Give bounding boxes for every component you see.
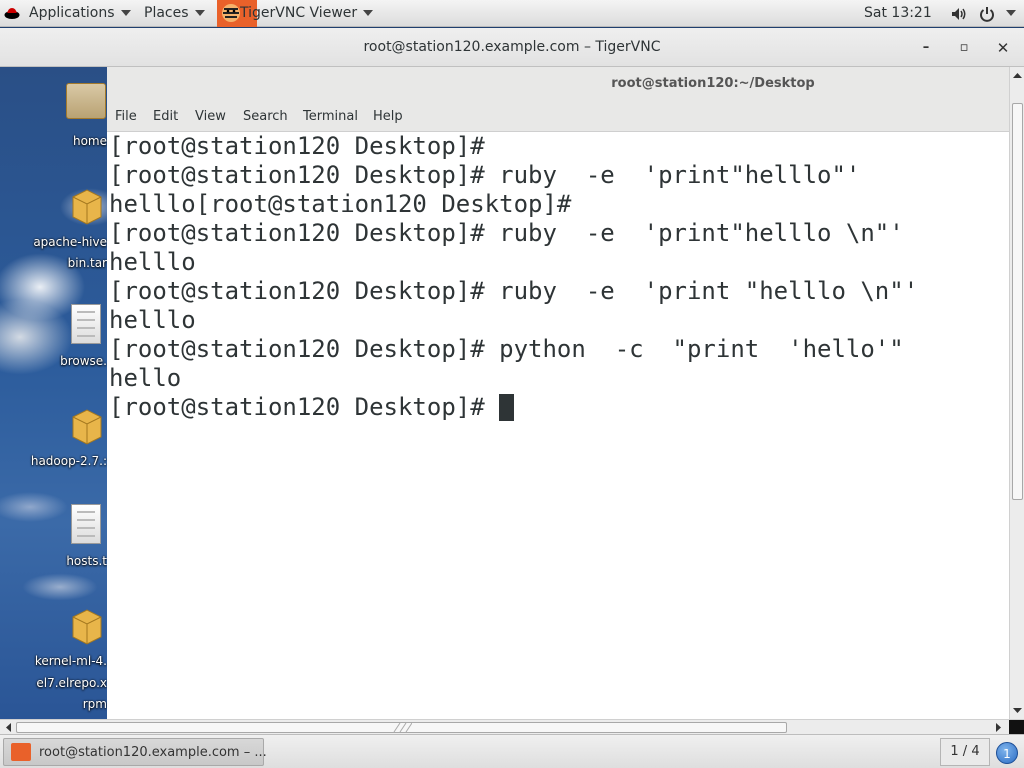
desktop-icon-apache-hive[interactable]: apache-hive bin.tar bbox=[0, 182, 107, 282]
terminal-window[interactable]: root@station120:~/Desktop File Edit View… bbox=[107, 67, 1009, 719]
vnc-window-titlebar[interactable]: root@station120.example.com – TigerVNC –… bbox=[0, 28, 1024, 67]
applications-menu[interactable]: Applications bbox=[29, 0, 131, 27]
text-cursor bbox=[499, 394, 515, 421]
desktop-icon-label: apache-hive bbox=[33, 235, 107, 249]
terminal-output[interactable]: [root@station120 Desktop]# [root@station… bbox=[107, 132, 1009, 719]
chevron-down-icon bbox=[120, 10, 131, 16]
remote-desktop[interactable]: home apache-hive bin.tar browse. hadoop-… bbox=[0, 67, 107, 719]
terminal-line: [root@station120 Desktop]# python -c "pr… bbox=[109, 335, 904, 363]
menu-terminal[interactable]: Terminal bbox=[303, 101, 358, 133]
desktop-icon-label: hosts.t bbox=[66, 554, 107, 568]
desktop-icon-label: kernel-ml-4. bbox=[34, 654, 107, 668]
menu-help[interactable]: Help bbox=[373, 101, 403, 133]
terminal-prompt-line: [root@station120 Desktop]# bbox=[107, 393, 1009, 422]
desktop-icon-label: browse. bbox=[60, 354, 107, 368]
terminal-line: [root@station120 Desktop]# ruby -e 'prin… bbox=[109, 277, 919, 305]
terminal-prompt: [root@station120 Desktop]# bbox=[109, 393, 500, 421]
chevron-down-icon bbox=[194, 10, 205, 16]
clock[interactable]: Sat 13:21 bbox=[864, 0, 932, 27]
menu-search[interactable]: Search bbox=[243, 101, 288, 133]
desktop-icon-browse[interactable]: browse. bbox=[0, 302, 107, 382]
package-icon bbox=[70, 607, 104, 649]
desktop-icon-home[interactable]: home bbox=[0, 77, 107, 148]
applications-menu-label: Applications bbox=[29, 5, 115, 21]
bottom-taskbar: root@station120.example.com – ... 1 / 4 … bbox=[0, 734, 1024, 768]
desktop-icon-hosts[interactable]: hosts.t bbox=[0, 502, 107, 582]
vertical-scrollbar[interactable] bbox=[1009, 67, 1024, 719]
menu-file[interactable]: File bbox=[115, 101, 137, 133]
minimize-button[interactable]: – bbox=[916, 38, 936, 58]
desktop-icon-hadoop[interactable]: hadoop-2.7.: bbox=[0, 402, 107, 482]
chevron-down-icon bbox=[1006, 10, 1016, 16]
scrollbar-corner bbox=[1009, 720, 1024, 735]
maximize-button[interactable]: ▫ bbox=[954, 38, 974, 58]
document-icon bbox=[71, 504, 101, 544]
desktop-icon-label: home bbox=[72, 134, 107, 148]
close-button[interactable]: ✕ bbox=[993, 38, 1013, 58]
status-menu-chevron[interactable] bbox=[1000, 0, 1016, 27]
vertical-scrollbar-thumb[interactable] bbox=[1012, 103, 1023, 500]
redhat-logo-icon bbox=[4, 8, 20, 19]
desktop-icon-label: hadoop-2.7.: bbox=[30, 454, 107, 468]
grip-icon bbox=[393, 723, 412, 732]
document-icon bbox=[71, 304, 101, 344]
places-menu-label: Places bbox=[144, 5, 189, 21]
taskbar-window-button[interactable]: root@station120.example.com – ... bbox=[3, 738, 267, 766]
power-icon[interactable] bbox=[978, 5, 996, 23]
terminal-menubar: File Edit View Search Terminal Help bbox=[107, 101, 1009, 132]
terminal-line: hello bbox=[109, 364, 182, 392]
terminal-line: helllo[root@station120 Desktop]# bbox=[109, 190, 572, 218]
desktop-icon-kernel-ml[interactable]: kernel-ml-4. el7.elrepo.x rpm bbox=[0, 602, 107, 717]
workspace-indicator-badge[interactable]: 1 bbox=[996, 742, 1018, 764]
desktop-icon-label-line2: el7.elrepo.x bbox=[36, 676, 107, 690]
terminal-line: helllo bbox=[109, 248, 196, 276]
terminal-line: [root@station120 Desktop]# ruby -e 'prin… bbox=[109, 161, 861, 189]
package-icon bbox=[70, 187, 104, 229]
terminal-title: root@station120:~/Desktop bbox=[611, 76, 815, 91]
top-panel: Applications Places TigerVNC Viewer Sat … bbox=[0, 0, 1024, 27]
volume-icon[interactable] bbox=[950, 5, 968, 23]
home-folder-icon bbox=[66, 83, 106, 119]
scroll-left-arrow-icon[interactable] bbox=[3, 722, 14, 733]
taskbar-window-label: root@station120.example.com – ... bbox=[39, 745, 267, 760]
workspace-pager[interactable]: 1 / 4 bbox=[940, 738, 990, 766]
vnc-window-title: root@station120.example.com – TigerVNC bbox=[363, 39, 661, 55]
desktop-icon-label-line3: rpm bbox=[82, 697, 107, 711]
package-icon bbox=[70, 407, 104, 449]
desktop-icon-label-line2: bin.tar bbox=[67, 256, 107, 270]
horizontal-scrollbar-thumb[interactable] bbox=[16, 722, 787, 733]
tigervnc-viewer-menu-label: TigerVNC Viewer bbox=[240, 5, 358, 21]
terminal-titlebar[interactable]: root@station120:~/Desktop bbox=[107, 67, 1009, 101]
tigervnc-app-icon bbox=[11, 743, 31, 761]
places-menu[interactable]: Places bbox=[144, 0, 205, 27]
scroll-right-arrow-icon[interactable] bbox=[993, 722, 1004, 733]
menu-view[interactable]: View bbox=[195, 101, 226, 133]
tigervnc-viewer-menu[interactable]: TigerVNC Viewer bbox=[240, 0, 374, 27]
scroll-up-arrow-icon[interactable] bbox=[1012, 70, 1023, 81]
terminal-line: [root@station120 Desktop]# bbox=[109, 132, 485, 160]
horizontal-scrollbar[interactable] bbox=[0, 719, 1024, 735]
chevron-down-icon bbox=[363, 10, 374, 16]
terminal-line: helllo bbox=[109, 306, 196, 334]
terminal-line: [root@station120 Desktop]# ruby -e 'prin… bbox=[109, 219, 904, 247]
menu-edit[interactable]: Edit bbox=[153, 101, 178, 133]
scroll-down-arrow-icon[interactable] bbox=[1012, 705, 1023, 716]
